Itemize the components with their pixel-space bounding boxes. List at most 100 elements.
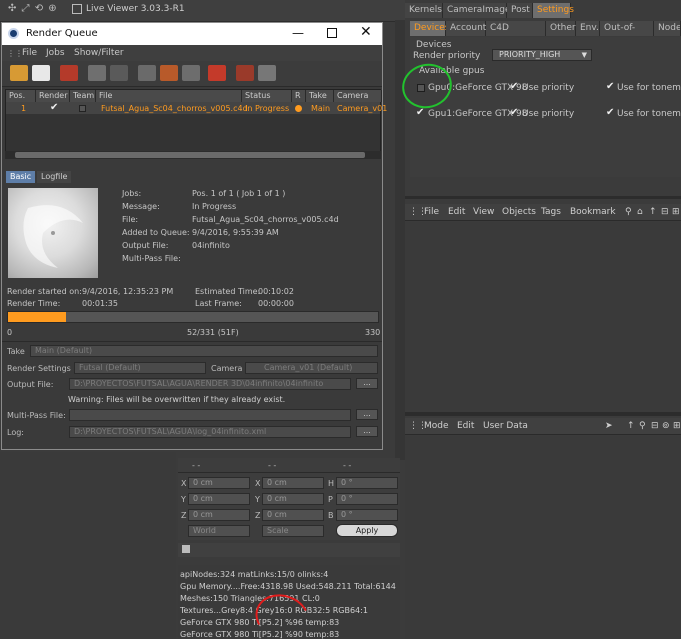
new-panel-icon[interactable]: ⊞ [672,207,680,217]
move-tools-icon[interactable]: ✣ ⤢ ⟲ ⊕ [8,3,58,14]
cursor-icon[interactable]: ➤ [605,421,613,431]
tab-c4d-shaders[interactable]: C4D shaders [486,21,546,47]
stop-icon[interactable] [208,65,226,81]
checkmark-icon[interactable]: ✔ [510,81,518,92]
tab-kernels[interactable]: Kernels [405,3,443,18]
menu-show-filter[interactable]: Show/Filter [74,48,124,58]
rotation-h-field[interactable]: 0 ° [336,477,398,489]
arrow-up-icon[interactable]: ↑ [649,207,657,217]
object-manager-list[interactable] [405,222,681,410]
render-priority-dropdown[interactable]: PRIORITY_HIGH ▼ [492,49,592,61]
col-take[interactable]: Take [306,90,334,102]
tab-account[interactable]: Account [446,21,486,36]
search-icon[interactable]: ⚲ [625,207,632,217]
size-y-field[interactable]: 0 cm [262,493,324,505]
tab-other[interactable]: Other [546,21,576,36]
rotation-b-field[interactable]: 0 ° [336,509,398,521]
render-checkmark-icon[interactable]: ✔ [50,102,58,113]
tab-settings[interactable]: Settings [533,3,574,18]
multipass-file-field[interactable] [69,409,351,421]
minimize-icon[interactable]: — [292,26,304,40]
render-settings-dropdown[interactable]: Futsal (Default) [74,362,206,374]
size-z-field[interactable]: 0 cm [262,509,324,521]
menu-edit[interactable]: Edit [448,207,465,217]
apply-button[interactable]: Apply [336,524,398,537]
arrow-up-icon[interactable]: ↑ [627,421,635,431]
log-file-field[interactable]: D:\PROYECTOS\FUTSAL\AGUA\log_04infinito.… [69,426,351,438]
col-pos[interactable]: Pos. [6,90,36,102]
tab-cameraimager[interactable]: CameraImager [443,3,514,18]
tab-post[interactable]: Post [507,3,533,18]
checkmark-icon[interactable]: ✔ [606,81,614,92]
camera-dropdown[interactable]: Camera_v01 (Default) [245,362,378,374]
delete-icon[interactable] [138,65,156,81]
stack-icon[interactable] [182,65,200,81]
output-file-field[interactable]: D:\PROYECTOS\FUTSAL\AGUA\RENDER 3D\04inf… [69,378,351,390]
close-icon[interactable]: ✕ [360,24,372,40]
checkmark-icon[interactable]: ✔ [606,107,614,118]
col-r[interactable]: R [292,90,306,102]
menu-file[interactable]: File [424,207,439,217]
new-job-icon[interactable] [32,65,50,81]
output-browse-button[interactable]: ... [356,378,378,389]
film-icon[interactable] [110,65,128,81]
lock-icon[interactable]: ⊟ [661,207,669,217]
panel-divider[interactable] [405,196,681,199]
scale-dropdown[interactable]: Scale [262,525,324,537]
menu-bookmarks[interactable]: Bookmark [570,207,616,217]
overwrite-warning: Warning: Files will be overwritten if th… [68,395,286,404]
world-dropdown[interactable]: World [188,525,250,537]
new-panel-icon[interactable]: ⊞ [673,421,681,431]
multipass-browse-button[interactable]: ... [356,409,378,420]
checkmark-icon[interactable]: ✔ [510,107,518,118]
menu-tags[interactable]: Tags [541,207,561,217]
menu-mode[interactable]: Mode [424,421,449,431]
table-scrollbar[interactable] [5,151,381,159]
tab-out-of-core[interactable]: Out-of-core [600,21,654,47]
edit-icon[interactable] [258,65,276,81]
table-row[interactable]: 1 ✔ Futsal_Agua_Sc04_chorros_v005.c4d In… [6,102,387,114]
devices-panel: Devices Render priority PRIORITY_HIGH ▼ … [410,37,681,177]
tab-node[interactable]: Node [654,21,681,36]
log-browse-button[interactable]: ... [356,426,378,437]
render-queue-titlebar[interactable]: Render Queue — ✕ [2,23,382,45]
col-status[interactable]: Status [242,90,292,102]
scrollbar-thumb[interactable] [15,152,365,158]
render-region-icon[interactable] [88,65,106,81]
render-person-icon[interactable] [236,65,254,81]
tab-devices[interactable]: Devices [410,21,449,36]
menu-edit[interactable]: Edit [457,421,474,431]
col-file[interactable]: File [96,90,242,102]
team-checkbox[interactable] [79,105,86,112]
menu-user-data[interactable]: User Data [483,421,528,431]
settings-icon[interactable]: ⊚ [662,421,670,431]
size-x-field[interactable]: 0 cm [262,477,324,489]
record-icon[interactable] [60,65,78,81]
maximize-icon[interactable] [327,28,337,38]
menu-file[interactable]: File [22,48,37,58]
checkmark-icon[interactable]: ✔ [416,107,424,118]
position-y-field[interactable]: 0 cm [188,493,250,505]
home-icon[interactable]: ⌂ [637,207,643,217]
take-dropdown[interactable]: Main (Default) [30,345,378,357]
open-folder-icon[interactable] [10,65,28,81]
search-icon[interactable]: ⚲ [639,421,646,431]
panel-divider[interactable] [405,412,681,416]
list-icon[interactable] [160,65,178,81]
menu-view[interactable]: View [473,207,494,217]
lock-icon[interactable]: ⊟ [651,421,659,431]
col-team[interactable]: Team [70,90,96,102]
position-z-field[interactable]: 0 cm [188,509,250,521]
render-queue-menubar: ⋮⋮ File Jobs Show/Filter [2,45,382,61]
col-camera[interactable]: Camera [334,90,382,102]
tab-logfile[interactable]: Logfile [37,171,72,183]
menu-icon[interactable]: ⋮⋮ [7,49,23,58]
position-x-field[interactable]: 0 cm [188,477,250,489]
tab-basic[interactable]: Basic [6,171,36,183]
rotation-p-field[interactable]: 0 ° [336,493,398,505]
viewer-checkbox[interactable] [72,4,82,14]
menu-objects[interactable]: Objects [502,207,536,217]
menu-jobs[interactable]: Jobs [46,48,65,58]
tab-env[interactable]: Env. [576,21,600,36]
col-render[interactable]: Render [36,90,70,102]
